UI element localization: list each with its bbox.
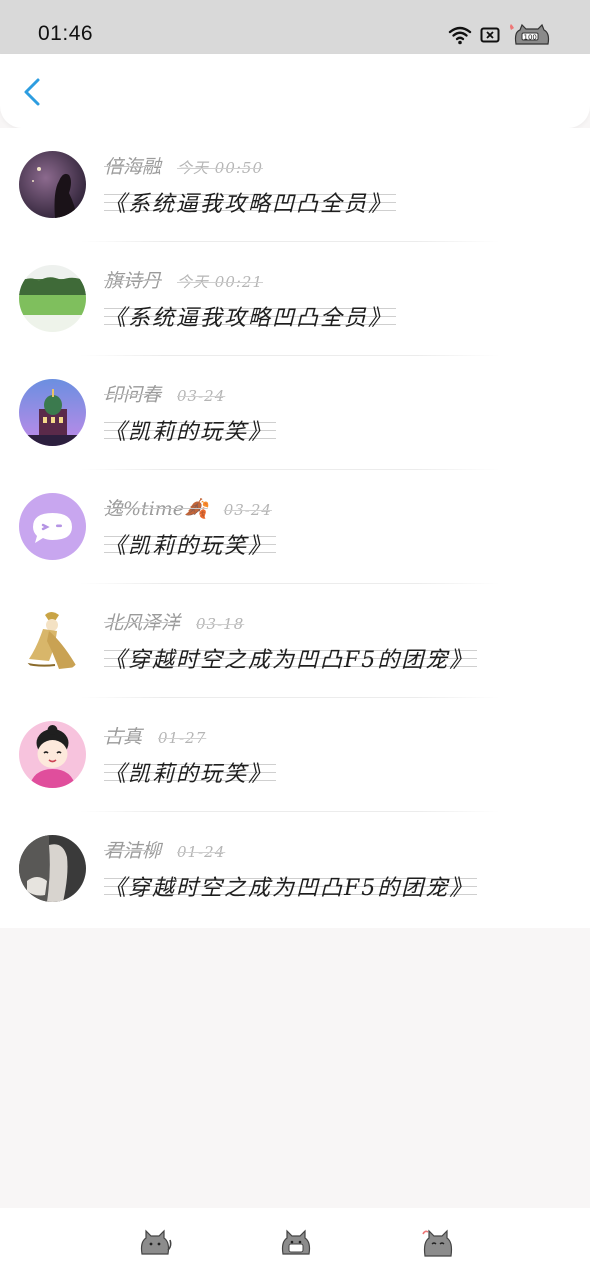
nav-chat-button[interactable] [279, 1228, 313, 1260]
row-meta: 倍海融 今天 00:50 [104, 152, 263, 179]
message-preview: 《穿越时空之成为凹凸F5的团宠》 [104, 642, 477, 677]
message-preview: 《系统逼我攻略凹凸全员》 [104, 186, 396, 221]
nav-home-button[interactable] [138, 1228, 172, 1260]
conversation-row[interactable]: 北风泽洋 03-18 《穿越时空之成为凹凸F5的团宠》 [0, 584, 590, 698]
contact-name: 古真 [104, 726, 143, 748]
row-meta: 逸%time🍂 03-24 [104, 494, 272, 521]
message-preview: 《穿越时空之成为凹凸F5的团宠》 [104, 870, 477, 905]
message-time: 03-24 [177, 387, 226, 405]
avatar [19, 265, 86, 332]
row-meta: 君洁柳 01-24 [104, 836, 225, 863]
row-meta: 古真 01-27 [104, 722, 206, 749]
message-preview: 《系统逼我攻略凹凸全员》 [104, 300, 396, 335]
conversation-row[interactable]: 印问春 03-24 《凯莉的玩笑》 [0, 356, 590, 470]
cat-battery-icon: 100 [510, 23, 550, 45]
message-time: 01-24 [177, 843, 226, 861]
nav-profile-button[interactable] [421, 1228, 455, 1260]
contact-name: 君洁柳 [104, 840, 162, 862]
avatar [19, 835, 86, 902]
message-time: 03-24 [223, 501, 272, 519]
contact-name: 北风泽洋 [104, 612, 181, 634]
sim-card-icon [480, 27, 500, 43]
avatar [19, 607, 86, 674]
status-time: 01:46 [38, 22, 94, 45]
back-button[interactable] [16, 74, 52, 110]
status-bar: 01:46 100 [0, 0, 590, 54]
status-icons: 100 [448, 22, 554, 48]
avatar [19, 379, 86, 446]
message-time: 今天 00:21 [177, 273, 264, 291]
contact-name: 旗诗丹 [104, 270, 162, 292]
row-meta: 北风泽洋 03-18 [104, 608, 244, 635]
contact-name: 印问春 [104, 384, 162, 406]
message-preview: 《凯莉的玩笑》 [104, 528, 276, 563]
chevron-left-icon [24, 78, 40, 106]
conversation-row[interactable]: 君洁柳 01-24 《穿越时空之成为凹凸F5的团宠》 [0, 812, 590, 926]
app-header [0, 54, 590, 128]
contact-name: 逸%time🍂 [104, 498, 208, 520]
avatar [19, 151, 86, 218]
avatar [19, 493, 86, 560]
conversation-list: 倍海融 今天 00:50 《系统逼我攻略凹凸全员》 旗诗丹 今天 00:21 《… [0, 128, 590, 928]
conversation-row[interactable]: 古真 01-27 《凯莉的玩笑》 [0, 698, 590, 812]
message-time: 今天 00:50 [177, 159, 264, 177]
bottom-nav [0, 1208, 590, 1280]
wifi-icon [448, 26, 472, 45]
message-time: 03-18 [196, 615, 245, 633]
contact-name: 倍海融 [104, 156, 162, 178]
cat-profile-icon [422, 1229, 453, 1257]
conversation-row[interactable]: 旗诗丹 今天 00:21 《系统逼我攻略凹凸全员》 [0, 242, 590, 356]
conversation-row[interactable]: 倍海融 今天 00:50 《系统逼我攻略凹凸全员》 [0, 128, 590, 242]
message-preview: 《凯莉的玩笑》 [104, 414, 276, 449]
conversation-row[interactable]: 逸%time🍂 03-24 《凯莉的玩笑》 [0, 470, 590, 584]
message-preview: 《凯莉的玩笑》 [104, 756, 276, 791]
row-meta: 旗诗丹 今天 00:21 [104, 266, 263, 293]
cat-home-icon [140, 1229, 172, 1255]
message-time: 01-27 [158, 729, 207, 747]
row-meta: 印问春 03-24 [104, 380, 225, 407]
cat-chat-icon [281, 1229, 311, 1255]
svg-text:100: 100 [524, 34, 537, 42]
avatar [19, 721, 86, 788]
